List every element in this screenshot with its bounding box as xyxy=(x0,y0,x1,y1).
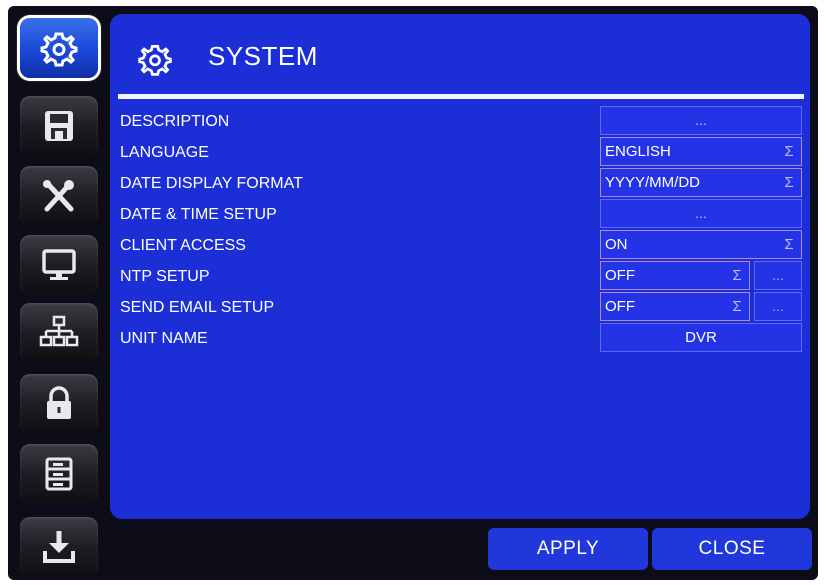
date-display-format-select[interactable]: YYYY/MM/DD Σ xyxy=(600,168,802,197)
sidebar-item-storage[interactable] xyxy=(20,444,98,504)
apply-button[interactable]: APPLY xyxy=(488,528,648,570)
lock-icon xyxy=(47,386,71,419)
description-value: ... xyxy=(695,112,707,128)
sidebar-item-security[interactable] xyxy=(20,374,98,434)
download-icon xyxy=(43,531,75,563)
sidebar-item-display[interactable] xyxy=(20,235,98,295)
sidebar-item-system-update[interactable] xyxy=(20,517,98,577)
unit-name-label: UNIT NAME xyxy=(120,330,208,347)
sidebar-item-device[interactable] xyxy=(20,166,98,226)
sidebar-item-network[interactable] xyxy=(20,303,98,363)
date-time-setup-label: DATE & TIME SETUP xyxy=(120,206,277,223)
close-button[interactable]: CLOSE xyxy=(652,528,812,570)
date-time-setup-button[interactable]: ... xyxy=(600,199,802,228)
gear-icon xyxy=(40,32,78,67)
storage-icon xyxy=(45,457,73,491)
ntp-setup-select[interactable]: OFF Σ xyxy=(600,261,750,290)
description-label: DESCRIPTION xyxy=(120,113,230,130)
monitor-icon xyxy=(42,249,76,280)
unit-name-value: DVR xyxy=(685,329,717,346)
description-button[interactable]: ... xyxy=(600,106,802,135)
client-access-label: CLIENT ACCESS xyxy=(120,237,246,254)
send-email-setup-label: SEND EMAIL SETUP xyxy=(120,299,275,316)
floppy-disk-icon xyxy=(45,111,73,141)
dropdown-icon: Σ xyxy=(784,174,794,191)
client-access-value: ON xyxy=(605,236,628,253)
language-label: LANGUAGE xyxy=(120,144,209,161)
dropdown-icon: Σ xyxy=(784,143,794,160)
language-value: ENGLISH xyxy=(605,143,671,160)
date-display-format-value: YYYY/MM/DD xyxy=(605,174,701,191)
ntp-setup-value: OFF xyxy=(605,267,635,284)
unit-name-input[interactable]: DVR xyxy=(600,323,802,352)
language-select[interactable]: ENGLISH Σ xyxy=(600,137,802,166)
send-email-setup-value: OFF xyxy=(605,298,635,315)
gear-icon xyxy=(138,44,172,76)
sidebar-item-system[interactable] xyxy=(20,18,98,78)
network-icon xyxy=(39,315,79,347)
page-title: SYSTEM xyxy=(208,41,318,71)
ntp-setup-more-button[interactable]: ... xyxy=(754,261,802,290)
settings-panel: SYSTEM DESCRIPTION ... LANGUAGE ENGLISH … xyxy=(110,14,810,519)
send-email-setup-select[interactable]: OFF Σ xyxy=(600,292,750,321)
client-access-select[interactable]: ON Σ xyxy=(600,230,802,259)
tools-icon xyxy=(43,180,74,212)
dropdown-icon: Σ xyxy=(784,236,794,253)
send-email-setup-more-button[interactable]: ... xyxy=(754,292,802,321)
date-display-format-label: DATE DISPLAY FORMAT xyxy=(120,175,303,192)
dropdown-icon: Σ xyxy=(732,267,742,284)
ntp-setup-label: NTP SETUP xyxy=(120,268,210,285)
sidebar-item-record[interactable] xyxy=(20,96,98,156)
sidebar xyxy=(20,14,100,580)
title-divider xyxy=(118,94,804,99)
dropdown-icon: Σ xyxy=(732,298,742,315)
date-time-setup-value: ... xyxy=(695,205,707,221)
